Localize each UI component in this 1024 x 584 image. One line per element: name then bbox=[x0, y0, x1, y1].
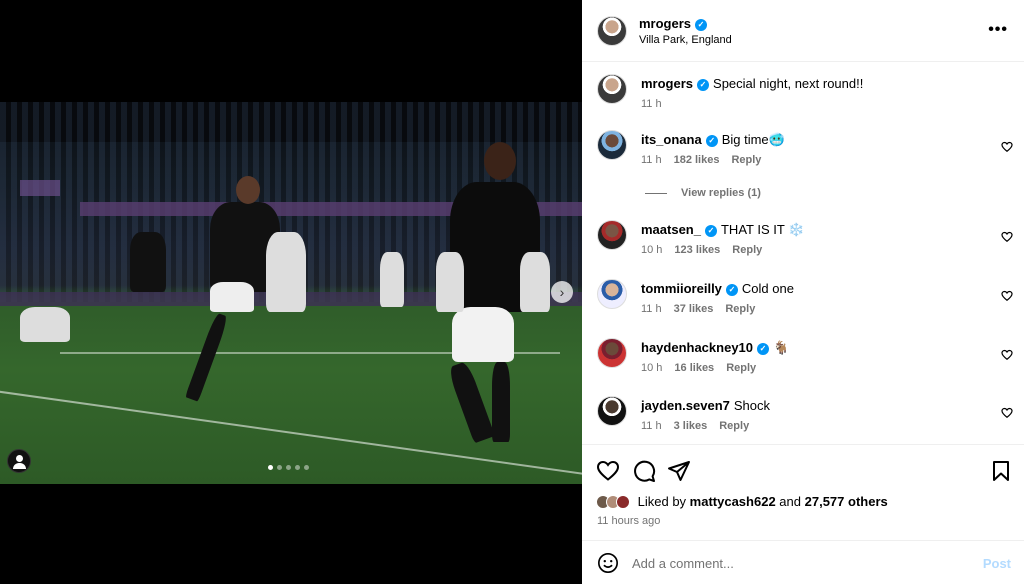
post-time-ago: 11 hours ago bbox=[597, 515, 661, 527]
comment-text: Shock bbox=[733, 398, 771, 413]
comment-time: 10 h bbox=[641, 244, 663, 256]
reply-button[interactable]: Reply bbox=[725, 303, 755, 315]
comment-likes[interactable]: 37 likes bbox=[674, 303, 714, 315]
liked-by-others[interactable]: 27,577 others bbox=[805, 494, 888, 509]
comment-likes[interactable]: 3 likes bbox=[674, 420, 708, 432]
comment-time: 11 h bbox=[641, 420, 662, 432]
add-comment-bar: Post bbox=[582, 540, 1024, 584]
comment-text: THAT IS IT ❄️ bbox=[720, 222, 805, 237]
comment-likes[interactable]: 123 likes bbox=[674, 244, 720, 256]
liker-avatar bbox=[616, 495, 630, 509]
carousel-dot bbox=[268, 465, 273, 470]
carousel-dot bbox=[277, 465, 282, 470]
caption-time: 11 h bbox=[641, 98, 662, 110]
carousel-next-button[interactable]: › bbox=[551, 281, 573, 303]
author-avatar[interactable] bbox=[597, 16, 627, 46]
commenter-avatar[interactable] bbox=[597, 338, 627, 368]
more-options-button[interactable]: ••• bbox=[988, 21, 1008, 39]
comment-time: 11 h bbox=[641, 303, 662, 315]
commenter-username[interactable]: haydenhackney10 bbox=[641, 340, 753, 355]
caption-text: Special night, next round!! bbox=[713, 76, 864, 91]
verified-badge-icon: ✓ bbox=[757, 343, 770, 355]
commenter-avatar[interactable] bbox=[597, 130, 627, 160]
commenter-avatar[interactable] bbox=[597, 220, 627, 250]
comment-like-heart-icon[interactable] bbox=[1001, 231, 1013, 243]
liked-by-summary: Liked by mattycash622 and 27,577 others bbox=[596, 494, 888, 509]
author-username[interactable]: mrogers bbox=[639, 16, 691, 31]
comment-text: 🐐 bbox=[773, 340, 790, 355]
reply-button[interactable]: Reply bbox=[731, 154, 761, 166]
tagged-users-icon[interactable] bbox=[7, 449, 31, 473]
comment-text: Cold one bbox=[741, 281, 794, 296]
post-header: mrogers ✓ Villa Park, England ••• bbox=[582, 0, 1024, 62]
reply-button[interactable]: Reply bbox=[726, 362, 756, 374]
liked-by-prefix: Liked by bbox=[637, 494, 687, 509]
post-detail-panel: mrogers ✓ Villa Park, England ••• mrogers… bbox=[582, 0, 1024, 584]
commenter-avatar[interactable] bbox=[597, 396, 627, 426]
comment-time: 11 h bbox=[641, 154, 662, 166]
post-comment-button[interactable]: Post bbox=[983, 556, 1011, 571]
comment-like-heart-icon[interactable] bbox=[1001, 407, 1013, 419]
author-username-row[interactable]: mrogers ✓ bbox=[639, 16, 708, 31]
comment-like-heart-icon[interactable] bbox=[1001, 141, 1013, 153]
post-location[interactable]: Villa Park, England bbox=[639, 34, 732, 46]
commenter-avatar[interactable] bbox=[597, 279, 627, 309]
comment-text: Big time🥶 bbox=[721, 132, 785, 147]
comment-likes[interactable]: 16 likes bbox=[674, 362, 714, 374]
comment-like-heart-icon[interactable] bbox=[1001, 290, 1013, 302]
comment-like-heart-icon[interactable] bbox=[1001, 349, 1013, 361]
media-viewer: › bbox=[0, 0, 582, 584]
commenter-username[interactable]: tommiioreilly bbox=[641, 281, 722, 296]
comment-bubble-icon[interactable] bbox=[632, 459, 656, 483]
commenter-username[interactable]: jayden.seven7 bbox=[641, 398, 730, 413]
carousel-dot bbox=[295, 465, 300, 470]
comment-input[interactable] bbox=[632, 551, 962, 575]
comment-time: 10 h bbox=[641, 362, 663, 374]
like-heart-icon[interactable] bbox=[596, 459, 620, 483]
author-avatar[interactable] bbox=[597, 74, 627, 104]
post-photo[interactable] bbox=[0, 102, 582, 484]
emoji-icon[interactable] bbox=[597, 552, 619, 574]
comment-likes[interactable]: 182 likes bbox=[674, 154, 720, 166]
post-actions: Liked by mattycash622 and 27,577 others … bbox=[582, 444, 1024, 540]
verified-badge-icon: ✓ bbox=[705, 135, 718, 147]
verified-badge-icon: ✓ bbox=[695, 19, 708, 31]
commenter-username[interactable]: maatsen_ bbox=[641, 222, 701, 237]
comments-list: mrogers ✓ Special night, next round!! 11 h… bbox=[582, 62, 1024, 444]
share-paper-plane-icon[interactable] bbox=[667, 459, 691, 483]
save-bookmark-icon[interactable] bbox=[989, 459, 1013, 483]
liked-by-user[interactable]: mattycash622 bbox=[690, 494, 776, 509]
liked-by-and: and bbox=[779, 494, 801, 509]
reply-button[interactable]: Reply bbox=[719, 420, 749, 432]
verified-badge-icon: ✓ bbox=[725, 284, 738, 296]
verified-badge-icon: ✓ bbox=[704, 225, 717, 237]
commenter-username[interactable]: its_onana bbox=[641, 132, 702, 147]
view-replies-button[interactable]: View replies (1) bbox=[645, 187, 761, 199]
reply-button[interactable]: Reply bbox=[732, 244, 762, 256]
carousel-dot bbox=[286, 465, 291, 470]
verified-badge-icon: ✓ bbox=[697, 79, 710, 91]
caption-username[interactable]: mrogers bbox=[641, 76, 693, 91]
carousel-dot bbox=[304, 465, 309, 470]
carousel-indicator bbox=[268, 465, 309, 470]
